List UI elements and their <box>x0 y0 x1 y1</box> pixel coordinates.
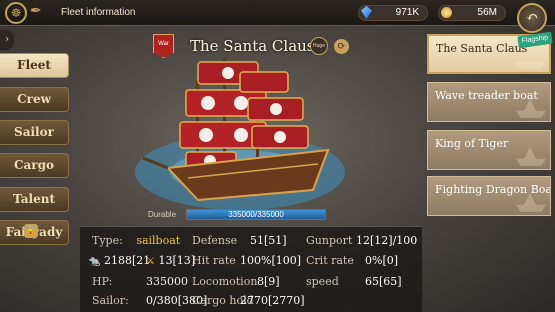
stat-attack: 🐀 2188[21 <box>88 254 151 267</box>
quill-icon: ✒ <box>30 3 42 19</box>
lock-icon: 🔒 <box>24 224 38 238</box>
stat-locomotion-value: 8[9] <box>257 275 280 288</box>
tab-cargo[interactable]: Cargo <box>0 153 69 178</box>
crossed-swords-icon: ⚔ <box>146 256 155 267</box>
back-button[interactable]: ↶ <box>517 3 547 33</box>
ship-thumb-icon <box>515 61 545 69</box>
back-arrow-icon: ↶ <box>525 8 539 26</box>
tab-sailor[interactable]: Sailor <box>0 120 69 145</box>
durable-value: 335000/335000 <box>228 210 284 219</box>
sail-thumb-icon <box>524 147 536 159</box>
stat-swords: ⚔ 13[13] <box>146 254 196 267</box>
stat-defense-label: Defense <box>192 234 238 247</box>
rat-icon: 🐀 <box>88 256 101 267</box>
collapse-arrow-icon[interactable]: › <box>0 30 14 50</box>
tab-fleet[interactable]: Fleet <box>0 53 69 78</box>
stat-hp: HP: <box>92 275 113 288</box>
stat-crit-rate-label: Crit rate <box>306 254 354 267</box>
ship-card-label: Fighting Dragon Boat <box>435 183 551 196</box>
ship-card-label: Wave treader boat <box>435 89 538 102</box>
stat-sailor: Sailor: <box>92 294 129 307</box>
stat-hp-value: 335000 <box>146 275 188 288</box>
stat-gunport-value: 12[12]/100 <box>356 234 418 247</box>
stat-hit-rate-label: Hit rate <box>192 254 236 267</box>
stat-locomotion-label: Locomotion <box>192 275 258 288</box>
gold-coin-icon <box>441 7 452 18</box>
tab-crew[interactable]: Crew <box>0 87 69 112</box>
ship-illustration <box>135 58 345 210</box>
page-title: Fleet information <box>61 7 136 18</box>
stat-speed-value: 65[65] <box>365 275 402 288</box>
stats-panel: Type: sailboat 🐀 2188[21 ⚔ 13[13] HP: 33… <box>80 226 422 312</box>
stat-cargo-hold-value: 2770[2770] <box>240 294 305 307</box>
stat-crit-rate-value: 0%[0] <box>365 254 399 267</box>
stat-gunport-label: Gunport <box>306 234 353 247</box>
stat-speed-label: speed <box>306 275 339 288</box>
stat-type: Type: sailboat <box>92 234 181 247</box>
ship-card-wave-treader-boat[interactable]: Wave treader boat <box>427 82 551 122</box>
ship-card-label: King of Tiger <box>435 137 509 150</box>
top-bar: ☸ ✒ Fleet information 971K 56M <box>0 0 555 26</box>
ship-card-fighting-dragon-boat[interactable]: Fighting Dragon Boat <box>427 176 551 216</box>
stat-hit-rate-value: 100%[100] <box>240 254 302 267</box>
tab-talent[interactable]: Talent <box>0 187 69 212</box>
durable-label: Durable <box>148 210 177 219</box>
stat-defense-value: 51[51] <box>250 234 287 247</box>
ship-card-king-of-tiger[interactable]: King of Tiger <box>427 130 551 170</box>
ship-card-label: The Santa Claus <box>436 42 528 55</box>
helm-icon: ☸ <box>5 2 27 24</box>
